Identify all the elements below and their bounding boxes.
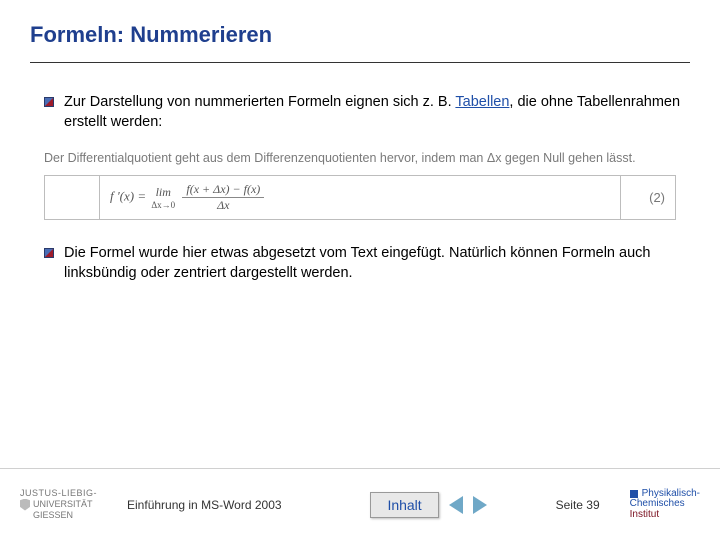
next-arrow-icon[interactable] xyxy=(473,496,487,514)
inhalt-button[interactable]: Inhalt xyxy=(370,492,438,518)
bullet-icon xyxy=(44,97,54,107)
formula-cell-right: (2) xyxy=(621,176,676,220)
uni-line-2a: UNIVERSITÄT xyxy=(33,500,93,510)
formula-cell-left xyxy=(45,176,100,220)
shield-icon xyxy=(20,499,30,511)
bullet-2-text: Die Formel wurde hier etwas abgesetzt vo… xyxy=(64,244,690,283)
footer-course: Einführung in MS-Word 2003 xyxy=(127,498,282,512)
formula-denominator: Δx xyxy=(182,198,264,213)
formula-lhs: f '(x) = xyxy=(110,188,146,203)
slide-title: Formeln: Nummerieren xyxy=(30,22,690,48)
bullet-1-text: Zur Darstellung von nummerierten Formeln… xyxy=(64,93,690,132)
formula-lim: lim xyxy=(151,185,175,200)
bullet-2: Die Formel wurde hier etwas abgesetzt vo… xyxy=(44,244,690,283)
table-row: f '(x) = lim Δx→0 f(x + Δx) − f(x) Δx (2… xyxy=(45,176,676,220)
formula-cell-center: f '(x) = lim Δx→0 f(x + Δx) − f(x) Δx xyxy=(100,176,621,220)
formula-table: f '(x) = lim Δx→0 f(x + Δx) − f(x) Δx (2… xyxy=(44,175,676,220)
uni-line-1: JUSTUS-LIEBIG- xyxy=(20,489,97,499)
example-intro: Der Differentialquotient geht aus dem Di… xyxy=(44,150,676,167)
formula-fraction: f(x + Δx) − f(x) Δx xyxy=(182,182,264,213)
square-icon xyxy=(630,490,638,498)
institute-logo: Physikalisch- Chemisches Institut xyxy=(630,489,700,521)
formula-numerator: f(x + Δx) − f(x) xyxy=(182,182,264,198)
bullet-1-pre: Zur Darstellung von nummerierten Formeln… xyxy=(64,94,455,110)
tabellen-link[interactable]: Tabellen xyxy=(455,94,509,110)
formula-lim-sub: Δx→0 xyxy=(151,200,175,210)
footer-nav: Inhalt xyxy=(322,492,536,518)
prev-arrow-icon[interactable] xyxy=(449,496,463,514)
university-logo: JUSTUS-LIEBIG- UNIVERSITÄT GIESSEN xyxy=(20,489,97,521)
slide-footer: JUSTUS-LIEBIG- UNIVERSITÄT GIESSEN Einfü… xyxy=(0,468,720,540)
uni-line-2b: GIESSEN xyxy=(33,511,97,521)
example-block: Der Differentialquotient geht aus dem Di… xyxy=(44,150,676,220)
inst-line-3: Institut xyxy=(630,510,700,521)
title-divider xyxy=(30,62,690,63)
bullet-1: Zur Darstellung von nummerierten Formeln… xyxy=(44,93,690,132)
bullet-icon xyxy=(44,248,54,258)
footer-page-number: Seite 39 xyxy=(556,498,600,512)
